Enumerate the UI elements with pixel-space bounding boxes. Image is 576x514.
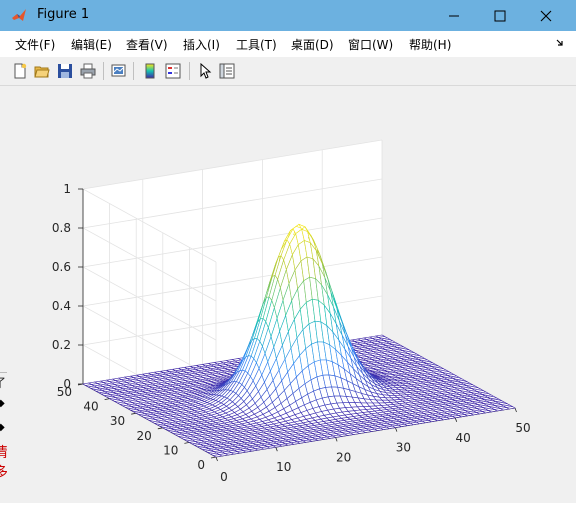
window-title: Figure 1 xyxy=(37,7,90,22)
print-button[interactable] xyxy=(78,61,98,81)
x-tick xyxy=(215,456,218,462)
x-tick-label: 10 xyxy=(276,460,291,474)
colorbar-button[interactable] xyxy=(140,61,160,81)
legend-icon xyxy=(165,63,181,79)
fragment-text: 多 xyxy=(0,462,7,482)
x-tick-label: 40 xyxy=(456,431,471,445)
title-bar[interactable]: Figure 1 xyxy=(0,0,576,31)
open-file-icon xyxy=(34,66,50,78)
expand-arrow-icon: ◆ xyxy=(0,398,5,409)
minimize-icon xyxy=(449,15,459,17)
colorbar-icon xyxy=(145,63,155,79)
menu-dock-arrow-icon[interactable] xyxy=(556,39,564,47)
z-tick-label: 0.4 xyxy=(52,299,71,313)
x-tick-label: 20 xyxy=(336,450,351,464)
link-plot-button[interactable] xyxy=(109,61,129,81)
matlab-icon xyxy=(12,9,26,21)
new-figure-icon xyxy=(14,63,27,79)
minimize-button[interactable] xyxy=(431,0,477,31)
property-editor-button[interactable] xyxy=(217,61,237,81)
menu-window[interactable]: 窗口(W) xyxy=(348,36,393,53)
close-icon xyxy=(540,10,552,22)
menu-desktop[interactable]: 桌面(D) xyxy=(291,36,334,53)
menu-view[interactable]: 查看(V) xyxy=(126,36,168,53)
save-button[interactable] xyxy=(55,61,75,81)
z-tick-label: 1 xyxy=(63,182,71,196)
x-tick xyxy=(275,447,278,452)
new-figure-button[interactable] xyxy=(10,61,30,81)
link-plot-icon xyxy=(111,64,126,77)
y-tick-label: 0 xyxy=(197,458,205,472)
background-window-fragment: 了 ◆ ◆ 清 多 xyxy=(0,362,7,492)
x-tick xyxy=(335,437,338,442)
legend-button[interactable] xyxy=(163,61,183,81)
window-bottom-edge xyxy=(0,503,576,514)
toolbar-separator xyxy=(189,62,190,80)
y-tick xyxy=(131,412,137,415)
y-tick xyxy=(210,456,217,459)
y-tick-label: 20 xyxy=(137,429,152,443)
surface-plot[interactable]: 010203040500102030405000.20.40.60.81 xyxy=(7,86,569,501)
save-icon xyxy=(58,64,72,78)
fragment-text: 了 xyxy=(0,376,7,390)
x-tick-label: 30 xyxy=(396,441,411,455)
y-tick xyxy=(104,398,110,400)
menu-edit[interactable]: 编辑(E) xyxy=(71,36,112,53)
fragment-text: 清 xyxy=(0,442,7,462)
x-tick xyxy=(454,417,458,422)
menu-file[interactable]: 文件(F) xyxy=(15,36,55,53)
toolbar-separator xyxy=(103,62,104,80)
x-tick-label: 0 xyxy=(220,470,228,484)
pointer-button[interactable] xyxy=(195,61,215,81)
maximize-button[interactable] xyxy=(477,0,523,31)
menu-tools[interactable]: 工具(T) xyxy=(236,36,277,53)
menu-insert[interactable]: 插入(I) xyxy=(183,36,220,53)
z-tick-label: 0.8 xyxy=(52,221,71,235)
x-tick xyxy=(395,427,398,432)
z-tick-label: 0 xyxy=(63,377,71,391)
pointer-icon xyxy=(200,63,212,79)
menu-help[interactable]: 帮助(H) xyxy=(409,36,451,53)
y-tick xyxy=(157,427,163,430)
z-tick-label: 0.6 xyxy=(52,260,71,274)
x-tick xyxy=(514,407,517,413)
expand-arrow-icon: ◆ xyxy=(0,422,5,433)
x-tick-label: 50 xyxy=(515,421,530,435)
print-icon xyxy=(80,63,96,79)
toolbar-separator xyxy=(133,62,134,80)
menu-bar: 文件(F) 编辑(E) 查看(V) 插入(I) 工具(T) 桌面(D) 窗口(W… xyxy=(0,31,576,57)
y-tick-label: 30 xyxy=(110,414,125,428)
y-tick xyxy=(184,442,190,444)
y-tick-label: 40 xyxy=(83,400,98,414)
toolbar xyxy=(0,57,576,86)
figure-canvas[interactable]: 0 10 20 30 40 50 0 10 20 30 40 50 0 0.2 0.4 0.6 0.8 1 xyxy=(7,86,569,501)
z-tick-label: 0.2 xyxy=(52,338,71,352)
open-file-button[interactable] xyxy=(32,61,52,81)
property-editor-icon xyxy=(219,63,235,79)
maximize-icon xyxy=(494,10,506,22)
y-tick-label: 10 xyxy=(163,443,178,457)
close-button[interactable] xyxy=(523,0,569,31)
